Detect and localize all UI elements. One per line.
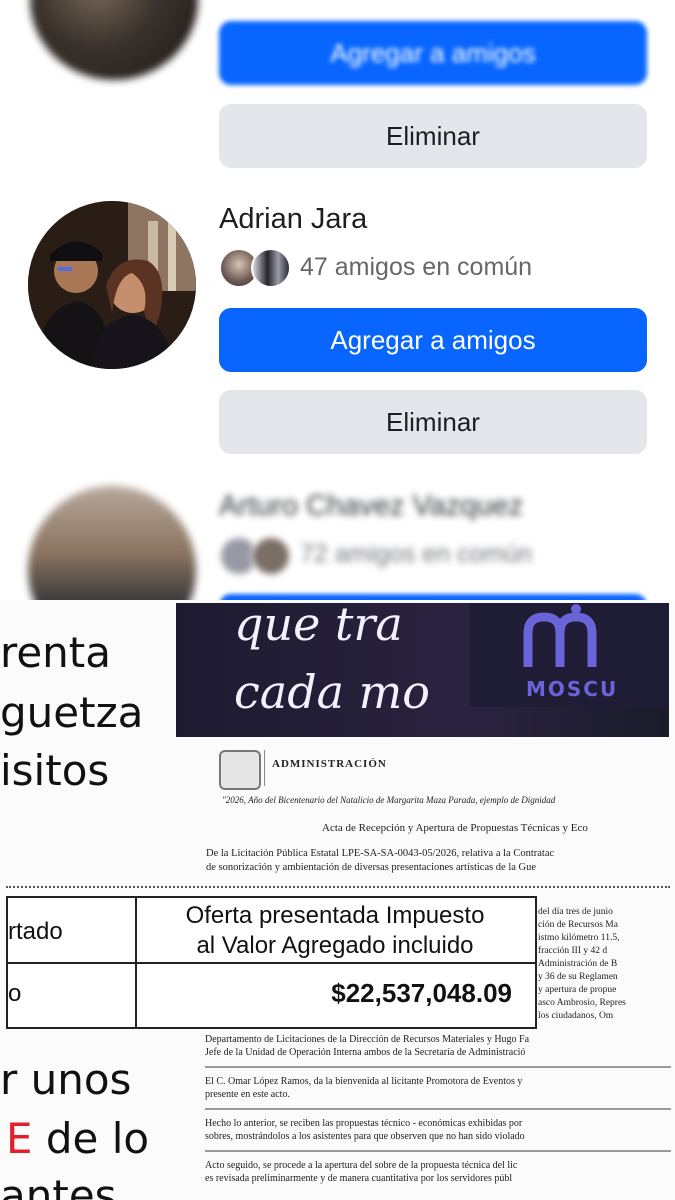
banner-line-1: que tra: [234, 603, 403, 651]
side-col-line: istmo kilómetro 11.5,: [538, 933, 620, 943]
state-seal-icon: [219, 750, 261, 790]
profile-avatar-0[interactable]: [30, 0, 198, 80]
side-col-line: asco Ambrosio, Repres: [538, 998, 626, 1008]
paragraph-line-4: presente en este acto.: [205, 1089, 290, 1100]
licitacion-line-2: de sonorización y ambientación de divers…: [206, 862, 537, 873]
table-row-divider: [8, 962, 535, 964]
paragraph-line-2: Jefe de la Unidad de Operación Interna a…: [205, 1047, 526, 1058]
offer-amount: $22,537,048.09: [331, 978, 512, 1008]
profile-avatar-1[interactable]: [28, 201, 196, 369]
banner-line-2: cada mo: [234, 665, 430, 719]
friend-suggestions-list: Agregar a amigos Eliminar Adrian Jara 47…: [0, 0, 675, 600]
paragraph-line-8: es revisada preliminarmente y de manera …: [205, 1173, 513, 1184]
side-word-6: antes: [0, 1171, 117, 1200]
mutual-friend-avatar-1b: [251, 248, 291, 288]
table-header-right-1: Oferta presentada Impuesto: [185, 902, 485, 929]
paragraph-line-3: El C. Omar López Ramos, da la bienvenida…: [205, 1076, 523, 1087]
admin-header-label: ADMINISTRACIÓN: [272, 758, 387, 770]
acta-title: Acta de Recepción y Apertura de Propuest…: [322, 822, 588, 834]
side-col-line: y 36 de su Reglamen: [538, 972, 618, 982]
add-friend-button-1[interactable]: Agregar a amigos: [219, 308, 647, 372]
logo-label: MOSCU: [526, 677, 619, 701]
paragraph-separator-2: [205, 1108, 671, 1110]
offer-table: rtado Oferta presentada Impuesto al Valo…: [6, 896, 537, 1029]
side-col-line: los ciudadanos, Om: [538, 1011, 614, 1021]
couple-photo-icon: [28, 201, 196, 369]
document-collage: renta guetza isitos r unos E de lo antes…: [0, 600, 675, 1200]
table-header-left: rtado: [8, 918, 63, 945]
mutual-friends-count-2: 72 amigos en común: [300, 540, 533, 568]
side-word-5: E de lo: [6, 1114, 149, 1163]
side-word-3: isitos: [0, 746, 110, 795]
profile-avatar-2[interactable]: [28, 486, 196, 600]
remove-button-1[interactable]: Eliminar: [219, 390, 647, 454]
licitacion-line-1: De la Licitación Pública Estatal LPE-SA-…: [206, 848, 555, 859]
suggestion-name-2[interactable]: Arturo Chavez Vazquez: [219, 490, 523, 523]
side-col-line: y apertura de propue: [538, 985, 617, 995]
side-text-column: del día tres de junio ción de Recursos M…: [538, 906, 673, 1023]
side-word-5-red: E: [6, 1114, 33, 1163]
paragraph-line-6: sobres, mostrándolos a los asistentes pa…: [205, 1131, 525, 1142]
side-col-line: ción de Recursos Ma: [538, 920, 618, 930]
side-word-2: guetza: [0, 688, 144, 737]
moscu-logo: MOSCU: [470, 603, 669, 707]
dotted-separator: [6, 886, 670, 888]
side-col-line: del día tres de junio: [538, 907, 613, 917]
seal-divider: [264, 750, 265, 786]
side-word-4: r unos: [0, 1055, 132, 1104]
paragraph-separator-3: [205, 1150, 671, 1152]
side-word-1: renta: [0, 628, 112, 677]
mutual-friend-avatar-2b: [251, 536, 291, 576]
side-col-line: fracción III y 42 d: [538, 946, 608, 956]
remove-button-0[interactable]: Eliminar: [219, 104, 647, 168]
table-header-right-2: al Valor Agregado incluido: [196, 932, 474, 959]
add-friend-button-0[interactable]: Agregar a amigos: [219, 21, 647, 85]
table-row-left: o: [8, 980, 22, 1007]
side-col-line: Administración de B: [538, 959, 618, 969]
year-motto: "2026, Año del Bicentenario del Natalici…: [222, 795, 556, 805]
promo-banner: que tra cada mo MOSCU: [176, 603, 669, 737]
side-word-5-rest: de lo: [32, 1114, 150, 1163]
suggestion-name-1[interactable]: Adrian Jara: [219, 203, 367, 236]
paragraph-line-7: Acto seguido, se procede a la apertura d…: [205, 1160, 518, 1171]
mutual-friends-count-1: 47 amigos en común: [300, 253, 533, 281]
paragraph-line-1: Departamento de Licitaciones de la Direc…: [205, 1034, 530, 1045]
paragraph-line-5: Hecho lo anterior, se reciben las propue…: [205, 1118, 523, 1129]
paragraph-separator-1: [205, 1066, 671, 1068]
